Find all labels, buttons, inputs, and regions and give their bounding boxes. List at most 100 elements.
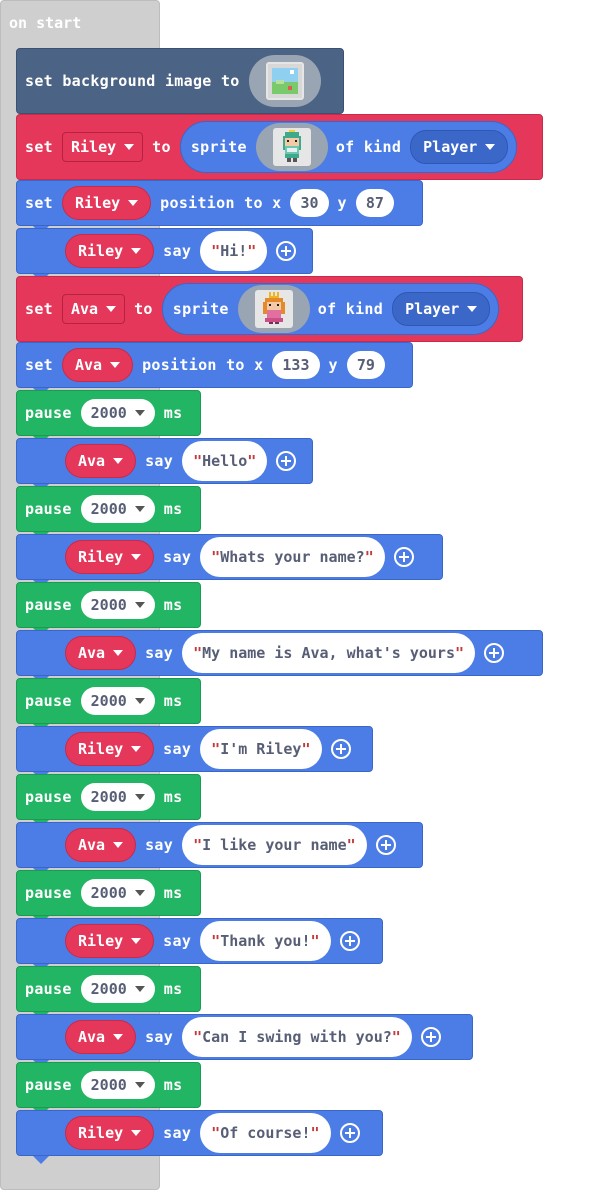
variable-dropdown[interactable]: Riley (62, 132, 144, 162)
add-argument-plus-icon[interactable] (276, 451, 297, 471)
chevron-down-icon (124, 144, 135, 150)
ms-unit-label: ms (163, 500, 183, 518)
open-quote: " (211, 548, 221, 566)
open-quote: " (193, 644, 203, 662)
duration-dropdown[interactable]: 2000 (80, 879, 155, 907)
duration-dropdown[interactable]: 2000 (80, 1071, 155, 1099)
add-argument-plus-icon[interactable] (393, 547, 414, 567)
pause-block[interactable]: pause 2000 ms (16, 1062, 201, 1116)
to-keyword: to (152, 138, 171, 156)
variable-dropdown[interactable]: Riley (65, 924, 155, 958)
add-argument-plus-icon[interactable] (375, 835, 396, 855)
y-value-input[interactable]: 79 (346, 351, 385, 379)
x-value-input[interactable]: 30 (290, 189, 329, 217)
say-block[interactable]: Ava say " Can I swing with you? " (16, 1014, 473, 1068)
message-input[interactable]: " My name is Ava, what's yours " (182, 633, 476, 673)
duration-dropdown[interactable]: 2000 (80, 591, 155, 619)
add-argument-plus-icon[interactable] (339, 931, 360, 951)
ms-unit-label: ms (163, 980, 183, 998)
message-text: I'm Riley (220, 740, 302, 758)
add-argument-plus-icon[interactable] (339, 1123, 360, 1143)
variable-name: Riley (78, 242, 124, 260)
variable-name: Ava (78, 452, 106, 470)
pause-block[interactable]: pause 2000 ms (16, 966, 201, 1020)
duration-value: 2000 (90, 596, 127, 614)
variable-dropdown[interactable]: Riley (65, 1116, 155, 1150)
variable-dropdown[interactable]: Ava (65, 828, 137, 862)
message-input[interactable]: " Hi! " (200, 231, 268, 271)
message-input[interactable]: " Hello " (182, 441, 268, 481)
pause-block[interactable]: pause 2000 ms (16, 678, 201, 732)
close-quote: " (247, 242, 257, 260)
variable-name: Riley (75, 194, 121, 212)
chevron-down-icon (134, 986, 145, 992)
background-image-picker[interactable] (248, 55, 321, 107)
position-block[interactable]: set Ava position to x 133 y 79 (16, 342, 413, 396)
sprite-of-kind-block[interactable]: sprite of kind Player (179, 121, 518, 173)
duration-dropdown[interactable]: 2000 (80, 783, 155, 811)
ms-unit-label: ms (163, 788, 183, 806)
ms-unit-label: ms (163, 404, 183, 422)
open-quote: " (193, 1028, 203, 1046)
chevron-down-icon (134, 506, 145, 512)
duration-dropdown[interactable]: 2000 (80, 975, 155, 1003)
pause-block[interactable]: pause 2000 ms (16, 582, 201, 636)
say-block[interactable]: Ava say " Hello " (16, 438, 313, 492)
message-input[interactable]: " Thank you! " (200, 921, 331, 961)
say-block[interactable]: Riley say " Of course! " (16, 1110, 383, 1164)
sprite-of-kind-block[interactable]: sprite of kind Player (161, 283, 500, 335)
say-block[interactable]: Riley say " Hi! " (16, 228, 313, 282)
say-block[interactable]: Riley say " Thank you! " (16, 918, 383, 972)
duration-dropdown[interactable]: 2000 (80, 495, 155, 523)
duration-dropdown[interactable]: 2000 (80, 399, 155, 427)
ms-unit-label: ms (163, 596, 183, 614)
open-quote: " (211, 242, 221, 260)
variable-dropdown[interactable]: Riley (65, 540, 155, 574)
message-input[interactable]: " I like your name " (182, 825, 367, 865)
variable-dropdown[interactable]: Ava (62, 348, 134, 382)
pause-block[interactable]: pause 2000 ms (16, 486, 201, 540)
sprite-image-picker[interactable] (255, 123, 328, 171)
close-quote: " (310, 932, 320, 950)
pause-keyword: pause (25, 596, 72, 614)
say-block[interactable]: Ava say " My name is Ava, what's yours " (16, 630, 543, 684)
message-input[interactable]: " Can I swing with you? " (182, 1017, 412, 1057)
say-keyword: say (163, 242, 192, 260)
position-block[interactable]: set Riley position to x 30 y 87 (16, 180, 423, 234)
variable-dropdown[interactable]: Riley (65, 732, 155, 766)
message-input[interactable]: " Whats your name? " (200, 537, 385, 577)
variable-name: Ava (78, 644, 106, 662)
say-block[interactable]: Riley say " Whats your name? " (16, 534, 443, 588)
variable-name: Ava (78, 836, 106, 854)
set-sprite-block[interactable]: set Ava to sprite of kind Player (16, 276, 523, 350)
add-argument-plus-icon[interactable] (276, 241, 297, 261)
kind-dropdown[interactable]: Player (410, 130, 509, 164)
variable-dropdown[interactable]: Ava (65, 1020, 137, 1054)
say-block[interactable]: Riley say " I'm Riley " (16, 726, 373, 780)
set-background-block[interactable]: set background image to (16, 48, 344, 122)
block-row: Riley say " Hi! " (17, 229, 312, 273)
set-sprite-block[interactable]: set Riley to sprite of kind Player (16, 114, 543, 188)
sprite-image-picker[interactable] (237, 285, 310, 333)
pause-block[interactable]: pause 2000 ms (16, 870, 201, 924)
variable-dropdown[interactable]: Riley (65, 234, 155, 268)
kind-value: Player (423, 138, 478, 156)
block-row: pause 2000 ms (17, 871, 200, 915)
set-keyword: set (25, 300, 53, 318)
say-block[interactable]: Ava say " I like your name " (16, 822, 423, 876)
variable-dropdown[interactable]: Ava (65, 444, 137, 478)
pause-block[interactable]: pause 2000 ms (16, 390, 201, 444)
y-value-input[interactable]: 87 (355, 189, 394, 217)
pause-block[interactable]: pause 2000 ms (16, 774, 201, 828)
add-argument-plus-icon[interactable] (484, 643, 505, 663)
duration-dropdown[interactable]: 2000 (80, 687, 155, 715)
variable-dropdown[interactable]: Ava (62, 294, 126, 324)
x-value-input[interactable]: 133 (272, 351, 320, 379)
variable-dropdown[interactable]: Riley (62, 186, 152, 220)
add-argument-plus-icon[interactable] (330, 739, 351, 759)
variable-dropdown[interactable]: Ava (65, 636, 137, 670)
message-input[interactable]: " Of course! " (200, 1113, 331, 1153)
add-argument-plus-icon[interactable] (420, 1027, 441, 1047)
message-input[interactable]: " I'm Riley " (200, 729, 322, 769)
kind-dropdown[interactable]: Player (392, 292, 491, 326)
